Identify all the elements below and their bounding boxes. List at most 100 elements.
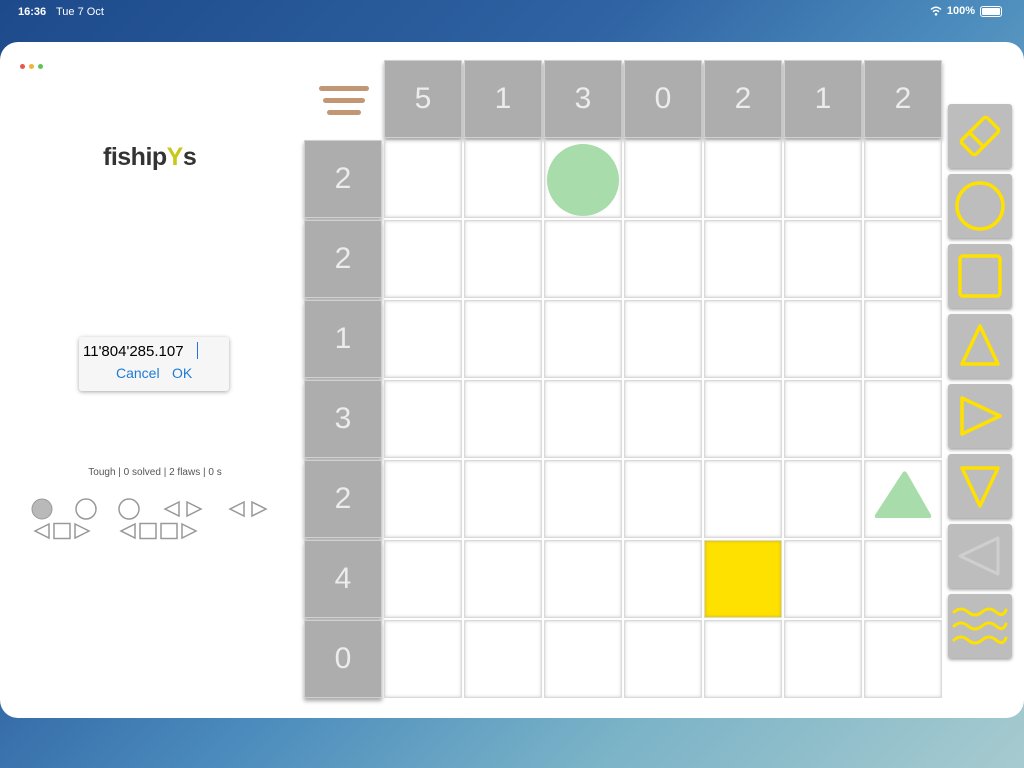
game-stats: Tough | 0 solved | 2 flaws | 0 s <box>88 467 222 478</box>
water-tool[interactable] <box>948 594 1012 658</box>
triangle-left-tool[interactable] <box>948 524 1012 588</box>
grid-cell[interactable] <box>624 540 702 618</box>
grid-cell[interactable] <box>544 220 622 298</box>
column-clue-7: 2 <box>864 60 942 138</box>
grid-cell[interactable] <box>384 300 462 378</box>
close-dot-icon[interactable] <box>20 64 25 69</box>
grid-cell[interactable] <box>864 380 942 458</box>
ship-circle-icon <box>547 144 619 216</box>
fleet-ship-4-icon <box>119 522 198 540</box>
fleet-legend <box>30 497 300 547</box>
menu-button[interactable] <box>318 84 370 120</box>
grid-cell[interactable] <box>784 380 862 458</box>
square-tool[interactable] <box>948 244 1012 308</box>
status-time: 16:36 <box>18 6 47 18</box>
grid-cell[interactable] <box>704 380 782 458</box>
battery-icon <box>980 5 1002 17</box>
fleet-ship-3-icon <box>33 522 91 540</box>
grid-cell[interactable] <box>624 300 702 378</box>
ship-circle-icon <box>547 144 619 216</box>
fleet-double-triangle-icon <box>163 500 203 518</box>
column-clue-3: 3 <box>544 60 622 138</box>
triangle-up-tool[interactable] <box>948 314 1012 378</box>
grid-cell[interactable] <box>624 220 702 298</box>
fleet-filled-circle-icon <box>31 498 53 520</box>
grid-cell[interactable] <box>704 540 782 618</box>
grid-cell[interactable] <box>464 300 542 378</box>
seed-input[interactable] <box>83 341 221 361</box>
column-clue-5: 2 <box>704 60 782 138</box>
grid-cell[interactable] <box>704 620 782 698</box>
column-clue-6: 1 <box>784 60 862 138</box>
column-clue-4: 0 <box>624 60 702 138</box>
grid-cell[interactable] <box>624 460 702 538</box>
row-clue-3: 1 <box>304 300 382 378</box>
zoom-dot-icon[interactable] <box>38 64 43 69</box>
grid-cell[interactable] <box>864 220 942 298</box>
grid-cell[interactable] <box>384 540 462 618</box>
triangle-right-tool[interactable] <box>948 384 1012 448</box>
status-bar: 16:36 Tue 7 Oct 100% <box>0 0 1024 24</box>
grid-cell[interactable] <box>384 460 462 538</box>
ok-button[interactable]: OK <box>172 365 192 381</box>
window-controls[interactable] <box>20 64 43 69</box>
grid-cell[interactable] <box>784 300 862 378</box>
row-clue-4: 3 <box>304 380 382 458</box>
wifi-icon <box>930 6 942 16</box>
row-clue-7: 0 <box>304 620 382 698</box>
circle-icon <box>955 181 1005 231</box>
grid-cell[interactable] <box>464 460 542 538</box>
grid-cell[interactable] <box>464 620 542 698</box>
grid-cell[interactable] <box>384 620 462 698</box>
eraser-tool[interactable] <box>948 104 1012 168</box>
status-date: Tue 7 Oct <box>56 6 104 18</box>
grid-cell[interactable] <box>624 380 702 458</box>
grid-cell[interactable] <box>704 300 782 378</box>
grid-cell[interactable] <box>784 460 862 538</box>
grid-cell[interactable] <box>624 620 702 698</box>
grid-cell[interactable] <box>704 220 782 298</box>
grid-cell[interactable] <box>544 460 622 538</box>
grid-cell[interactable] <box>784 620 862 698</box>
app-logo: fishipYs <box>103 143 197 171</box>
text-caret <box>197 342 198 359</box>
grid-cell[interactable] <box>784 220 862 298</box>
grid-cell[interactable] <box>464 220 542 298</box>
triangle-left-icon <box>958 536 1000 576</box>
grid-cell[interactable] <box>464 540 542 618</box>
grid-cell[interactable] <box>864 620 942 698</box>
grid-cell[interactable] <box>864 300 942 378</box>
grid-cell[interactable] <box>544 540 622 618</box>
cancel-button[interactable]: Cancel <box>116 365 160 381</box>
triangle-right-icon <box>960 396 1002 436</box>
grid-cell[interactable] <box>464 140 542 218</box>
column-clue-2: 1 <box>464 60 542 138</box>
grid-cell[interactable] <box>384 380 462 458</box>
grid-cell[interactable] <box>704 460 782 538</box>
grid-cell[interactable] <box>464 380 542 458</box>
grid-cell[interactable] <box>544 140 622 218</box>
grid-cell[interactable] <box>544 380 622 458</box>
grid-cell[interactable] <box>784 540 862 618</box>
minimize-dot-icon[interactable] <box>29 64 34 69</box>
grid-cell[interactable] <box>704 140 782 218</box>
grid-cell[interactable] <box>384 220 462 298</box>
battery-percent: 100% <box>946 5 975 17</box>
circle-tool[interactable] <box>948 174 1012 238</box>
grid-cell[interactable] <box>624 140 702 218</box>
grid-cell[interactable] <box>864 540 942 618</box>
fleet-circle-icon <box>118 498 140 520</box>
grid-cell[interactable] <box>784 140 862 218</box>
eraser-icon <box>959 115 1001 157</box>
grid-cell[interactable] <box>544 620 622 698</box>
seed-dialog: Cancel OK <box>79 337 229 391</box>
fleet-double-triangle-icon <box>228 500 268 518</box>
triangle-down-tool[interactable] <box>948 454 1012 518</box>
ship-triangle-up-icon <box>874 471 932 518</box>
grid-cell[interactable] <box>384 140 462 218</box>
row-clue-2: 2 <box>304 220 382 298</box>
grid-cell[interactable] <box>864 460 942 538</box>
column-clue-1: 5 <box>384 60 462 138</box>
grid-cell[interactable] <box>864 140 942 218</box>
grid-cell[interactable] <box>544 300 622 378</box>
